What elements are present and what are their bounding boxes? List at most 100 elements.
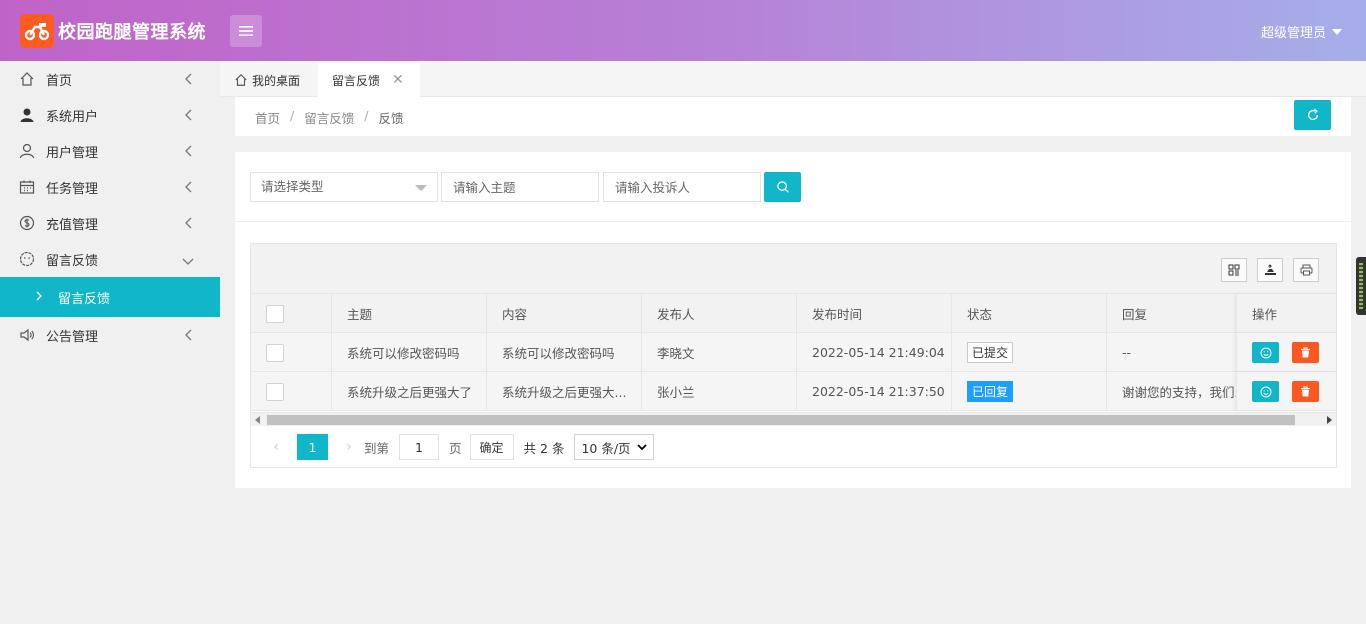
chevron-right-icon	[36, 290, 42, 305]
delete-button[interactable]	[1292, 342, 1319, 363]
sidebar-item-system-users[interactable]: 系统用户	[0, 97, 220, 133]
scroll-right-icon[interactable]	[1327, 416, 1332, 424]
app-logo: 校园跑腿管理系统	[20, 14, 206, 48]
row-select-cell	[251, 333, 332, 372]
columns-button[interactable]	[1221, 258, 1247, 282]
column-header: 操作	[1236, 294, 1336, 333]
table-toolbar	[251, 244, 1336, 294]
column-header[interactable]: 状态	[952, 294, 1107, 333]
total-count: 共 2 条	[523, 440, 565, 456]
status-cell: 已回复	[952, 372, 1107, 411]
column-header[interactable]: 内容	[487, 294, 642, 333]
type-select-placeholder: 请选择类型	[261, 179, 324, 194]
sidebar-item-feedback[interactable]: 留言反馈	[0, 241, 220, 277]
pagination: ‹ 1 › 到第 页 确定 共 2 条 10 条/页	[251, 427, 1336, 467]
tab-label: 留言反馈	[332, 73, 381, 88]
author-cell: 张小兰	[642, 372, 797, 411]
side-widget-handle[interactable]	[1356, 257, 1366, 315]
row-select-cell	[251, 372, 332, 411]
user-menu[interactable]: 超级管理员	[1261, 22, 1342, 41]
search-row: 请选择类型	[235, 152, 1351, 222]
tab-my-desktop[interactable]: 我的桌面	[234, 63, 300, 97]
breadcrumb-bar: 首页 / 留言反馈 / 反馈	[235, 97, 1351, 137]
breadcrumb-home[interactable]: 首页	[255, 108, 280, 127]
chevron-left-icon	[184, 217, 192, 233]
sidebar-subitem-feedback[interactable]: 留言反馈	[0, 277, 220, 317]
horizontal-scrollbar[interactable]	[251, 412, 1336, 426]
column-header[interactable]: 发布人	[642, 294, 797, 333]
author-cell: 李晓文	[642, 333, 797, 372]
next-page-icon[interactable]: ›	[338, 439, 360, 455]
sidebar-item-recharge[interactable]: 充值管理	[0, 205, 220, 241]
scroll-left-icon[interactable]	[255, 416, 260, 424]
select-all-checkbox[interactable]	[266, 304, 284, 323]
home-icon	[235, 73, 247, 86]
print-button[interactable]	[1293, 258, 1319, 282]
feedback-table: 主题 内容 发布人 发布时间 状态 回复 操作 系统可以修改密码吗 系统可以修改…	[250, 243, 1337, 468]
chevron-left-icon	[184, 329, 192, 345]
row-checkbox[interactable]	[266, 382, 284, 401]
tab-label: 我的桌面	[252, 73, 301, 88]
reply-button[interactable]	[1252, 342, 1279, 363]
row-checkbox[interactable]	[266, 343, 284, 362]
goto-label: 到第	[364, 440, 390, 456]
person-filled-icon	[18, 106, 36, 124]
caret-down-icon	[1332, 28, 1342, 35]
status-badge: 已回复	[967, 381, 1014, 402]
current-page[interactable]: 1	[297, 434, 328, 460]
export-icon	[1264, 264, 1276, 275]
sidebar-item-label: 系统用户	[46, 109, 99, 125]
reply-button[interactable]	[1252, 381, 1279, 402]
search-button[interactable]	[764, 172, 801, 202]
column-header[interactable]: 回复	[1107, 294, 1236, 333]
app-title: 校园跑腿管理系统	[58, 22, 206, 43]
chevron-left-icon	[184, 109, 192, 125]
time-cell: 2022-05-14 21:49:04	[797, 333, 952, 372]
actions-cell	[1236, 372, 1336, 411]
table-row[interactable]: 系统升级之后更强大了 系统升级之后更强大... 张小兰 2022-05-14 2…	[251, 372, 1336, 411]
delete-button[interactable]	[1292, 381, 1319, 402]
type-select[interactable]: 请选择类型	[250, 172, 438, 202]
refresh-button[interactable]	[1294, 100, 1331, 130]
menu-toggle-button[interactable]	[230, 15, 262, 47]
actions-cell	[1236, 333, 1336, 372]
table-header-row: 主题 内容 发布人 发布时间 状态 回复 操作	[251, 294, 1336, 333]
prev-page-icon[interactable]: ‹	[265, 439, 287, 455]
sidebar-item-label: 公告管理	[46, 329, 99, 345]
complainant-input[interactable]	[603, 172, 761, 202]
page-size-select[interactable]: 10 条/页	[574, 434, 654, 460]
time-cell: 2022-05-14 21:37:50	[797, 372, 952, 411]
chevron-left-icon	[184, 145, 192, 161]
speaker-icon	[18, 326, 36, 344]
sidebar-item-label: 用户管理	[46, 145, 99, 161]
confirm-button[interactable]: 确定	[469, 434, 514, 460]
breadcrumb-parent[interactable]: 留言反馈	[304, 108, 354, 127]
sidebar-item-home[interactable]: 首页	[0, 61, 220, 97]
page-unit-label: 页	[449, 440, 462, 456]
tab-bar: 我的桌面 留言反馈 ✕	[220, 61, 1366, 97]
chevron-down-icon	[636, 443, 647, 450]
print-icon	[1300, 264, 1312, 276]
breadcrumb: 首页 / 留言反馈 / 反馈	[255, 108, 403, 127]
goto-page-input[interactable]	[399, 434, 440, 460]
scrollbar-thumb[interactable]	[267, 415, 1295, 425]
chevron-left-icon	[184, 73, 192, 89]
sidebar-item-user-management[interactable]: 用户管理	[0, 133, 220, 169]
sidebar-item-announcements[interactable]: 公告管理	[0, 317, 220, 353]
subject-input[interactable]	[441, 172, 599, 202]
breadcrumb-separator: /	[364, 108, 369, 123]
export-button[interactable]	[1257, 258, 1283, 282]
logo-icon	[20, 14, 54, 48]
table-row[interactable]: 系统可以修改密码吗 系统可以修改密码吗 李晓文 2022-05-14 21:49…	[251, 333, 1336, 372]
sidebar-item-task-management[interactable]: 任务管理	[0, 169, 220, 205]
close-icon[interactable]: ✕	[392, 72, 404, 88]
content-cell: 系统可以修改密码吗	[487, 333, 642, 372]
trash-icon	[1301, 386, 1310, 397]
sidebar: 首页 系统用户 用户管理 任务管理 充值管理 留言反馈 留言反馈 公告管理	[0, 61, 220, 624]
column-header[interactable]: 主题	[332, 294, 487, 333]
tab-feedback[interactable]: 留言反馈 ✕	[318, 63, 420, 97]
sidebar-item-label: 任务管理	[46, 181, 99, 197]
column-header[interactable]: 发布时间	[797, 294, 952, 333]
refresh-icon	[1307, 108, 1318, 121]
breadcrumb-separator: /	[290, 108, 295, 123]
